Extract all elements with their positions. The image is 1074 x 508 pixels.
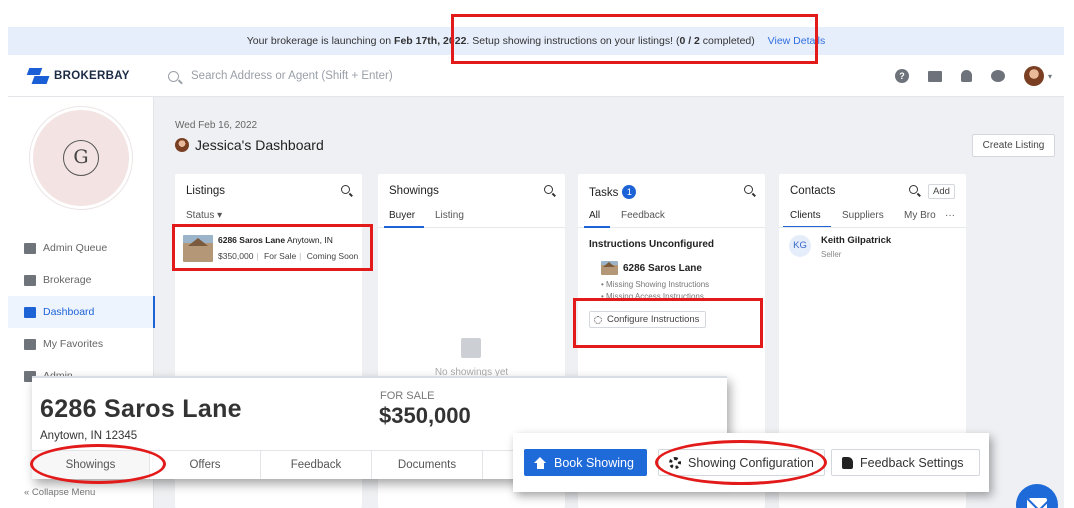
showings-title: Showings <box>389 185 439 197</box>
tab-buyer[interactable]: Buyer <box>389 210 415 221</box>
global-search[interactable]: Search Address or Agent (Shift + Enter) <box>168 55 393 97</box>
brand-letter: G <box>63 140 99 176</box>
sidebar-item-my-favorites[interactable]: My Favorites <box>8 328 154 360</box>
add-contact-button[interactable]: Add <box>928 184 955 199</box>
dashboard-date: Wed Feb 16, 2022 <box>175 120 258 131</box>
tab-suppliers[interactable]: Suppliers <box>842 210 884 221</box>
search-input[interactable]: Search Address or Agent (Shift + Enter) <box>191 70 393 82</box>
annotation-ellipse-configuration <box>655 440 827 485</box>
search-icon[interactable] <box>341 185 350 194</box>
house-thumbnail <box>601 261 618 275</box>
showings-tabs: Buyer Listing <box>378 206 565 228</box>
tab-underline <box>384 226 424 228</box>
sale-label: FOR SALE <box>380 390 435 402</box>
sidebar-item-label: My Favorites <box>43 338 104 350</box>
thumbs-up-icon <box>842 456 853 469</box>
contact-role: Seller <box>821 250 842 259</box>
calendar-icon <box>461 338 481 358</box>
tab-all[interactable]: All <box>589 210 600 221</box>
annotation-box-banner <box>451 14 818 64</box>
status-filter[interactable]: Status ▾ <box>186 210 222 221</box>
book-showing-label: Book Showing <box>554 455 634 470</box>
logo[interactable]: BROKERBAY <box>8 55 154 97</box>
tab-clients[interactable]: Clients <box>790 210 821 221</box>
task-property[interactable]: 6286 Saros Lane <box>601 261 702 275</box>
sidebar-item-label: Brokerage <box>43 274 92 286</box>
home-icon <box>24 274 36 286</box>
tasks-count-badge: 1 <box>622 185 637 199</box>
search-icon <box>168 70 179 82</box>
contact-name: Keith Gilpatrick <box>821 235 892 246</box>
chat-icon[interactable] <box>990 70 1005 82</box>
search-icon[interactable] <box>744 185 753 194</box>
tasks-title-text: Tasks <box>589 187 619 199</box>
user-avatar[interactable] <box>1023 66 1044 86</box>
page-title: Jessica's Dashboard <box>175 137 324 153</box>
chat-fab-button[interactable] <box>1016 484 1058 508</box>
create-listing-button[interactable]: Create Listing <box>972 134 1055 157</box>
tab-feedback[interactable]: Feedback <box>261 451 372 479</box>
missing-item: • Missing Showing Instructions <box>601 280 710 289</box>
more-icon[interactable]: ··· <box>945 210 955 221</box>
listings-title: Listings <box>186 185 225 197</box>
tasks-title: Tasks 1 <box>589 185 637 199</box>
property-city: Anytown, IN 12345 <box>40 430 138 442</box>
folder-icon[interactable] <box>927 70 942 82</box>
brokerbay-logo-icon <box>26 68 50 84</box>
avatar <box>175 138 189 152</box>
search-icon[interactable] <box>544 185 553 194</box>
inbox-icon <box>24 242 36 254</box>
bell-icon[interactable] <box>960 70 972 82</box>
header-icons: ? ▾ <box>894 55 1052 97</box>
heart-icon <box>24 338 36 350</box>
envelope-icon <box>1027 498 1047 508</box>
annotation-ellipse-showings <box>30 444 166 484</box>
dashboard-icon <box>24 306 36 318</box>
page-title-text: Jessica's Dashboard <box>195 137 324 153</box>
brokerage-logo: G <box>30 107 132 209</box>
sidebar-item-brokerage[interactable]: Brokerage <box>8 264 154 296</box>
chevron-down-icon[interactable]: ▾ <box>1048 72 1052 81</box>
tab-documents[interactable]: Documents <box>372 451 483 479</box>
sidebar-item-label: Admin Queue <box>43 242 108 254</box>
list-item[interactable]: KG Keith Gilpatrick Seller <box>789 235 891 259</box>
help-icon[interactable]: ? <box>894 69 909 83</box>
contacts-title: Contacts <box>790 185 836 197</box>
tab-feedback[interactable]: Feedback <box>621 210 665 221</box>
contacts-tabs: Clients Suppliers My Bro ··· <box>779 206 966 228</box>
avatar: KG <box>789 235 811 257</box>
tab-offers[interactable]: Offers <box>150 451 261 479</box>
home-icon <box>534 456 547 469</box>
annotation-box-configure <box>573 298 763 348</box>
feedback-settings-button[interactable]: Feedback Settings <box>831 449 980 476</box>
book-showing-button[interactable]: Book Showing <box>524 449 647 476</box>
tab-listing[interactable]: Listing <box>435 210 464 221</box>
annotation-box-listing <box>172 224 373 271</box>
sidebar-item-admin-queue[interactable]: Admin Queue <box>8 232 154 264</box>
feedback-settings-label: Feedback Settings <box>860 455 964 470</box>
tasks-tabs: All Feedback <box>578 206 765 228</box>
tab-underline <box>584 226 610 228</box>
banner-text-pre: Your brokerage is launching on <box>246 35 392 47</box>
sidebar-nav: Admin Queue Brokerage Dashboard My Favor… <box>8 232 155 392</box>
tab-underline <box>783 226 831 227</box>
task-property-address: 6286 Saros Lane <box>623 262 702 274</box>
section-heading: Instructions Unconfigured <box>589 239 714 250</box>
collapse-menu-button[interactable]: « Collapse Menu <box>24 487 95 498</box>
logo-text: BROKERBAY <box>54 70 130 82</box>
property-address: 6286 Saros Lane <box>40 395 242 423</box>
property-price: $350,000 <box>379 403 471 428</box>
sidebar-item-label: Dashboard <box>43 306 95 318</box>
tab-my-brokerage[interactable]: My Bro <box>904 210 936 221</box>
sidebar-item-dashboard[interactable]: Dashboard <box>8 296 155 328</box>
search-icon[interactable] <box>909 185 918 194</box>
